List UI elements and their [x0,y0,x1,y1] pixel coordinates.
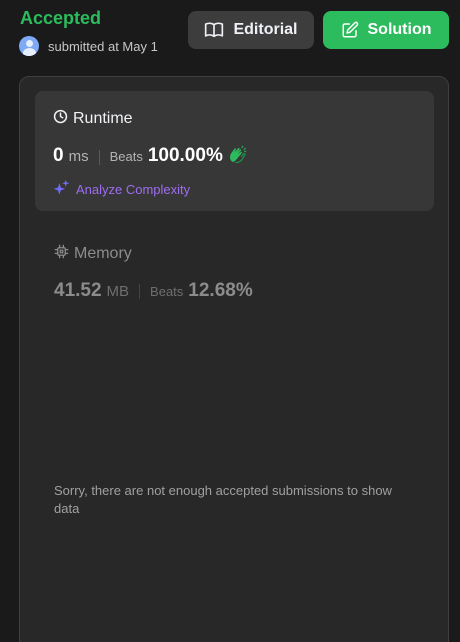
runtime-beats-label: Beats [109,149,143,164]
book-open-icon [204,20,224,40]
submitted-text: submitted at May 1 [48,38,158,54]
runtime-header: Runtime [53,109,133,129]
submission-result-page: Accepted submitted at May 1 Editorial So… [0,0,460,642]
edit-icon [341,21,359,39]
no-data-message: Sorry, there are not enough accepted sub… [54,483,392,516]
solution-button[interactable]: Solution [323,11,449,49]
memory-beats-percent: 12.68% [188,280,253,301]
runtime-beats-percent: 100.00% [147,145,223,166]
memory-title: Memory [74,245,132,262]
clapping-hands-icon [227,145,247,170]
memory-unit: MB [106,283,130,300]
runtime-unit: ms [68,148,89,165]
divider [98,150,100,165]
analyze-complexity-label: Analyze Complexity [76,181,191,197]
runtime-value: 0 [53,145,64,166]
runtime-card[interactable]: Runtime 0 ms Beats 100.00% Analyze Compl… [35,91,434,211]
editorial-label: Editorial [233,21,298,38]
memory-value: 41.52 [54,280,102,301]
submitted-info: submitted at May 1 [19,36,158,56]
performance-panel: Runtime 0 ms Beats 100.00% Analyze Compl… [19,76,449,642]
editorial-button[interactable]: Editorial [188,11,314,49]
divider [139,283,141,299]
status-title: Accepted [20,8,102,28]
solution-label: Solution [367,21,432,38]
user-avatar-icon[interactable] [19,36,39,56]
runtime-title: Runtime [73,110,133,127]
sparkle-icon [53,179,70,199]
chip-icon [54,244,69,264]
memory-metrics: 41.52 MB Beats 12.68% [54,280,253,302]
memory-header[interactable]: Memory [54,244,132,264]
analyze-complexity-link[interactable]: Analyze Complexity [53,179,190,199]
memory-beats-label: Beats [150,284,184,299]
clock-icon [53,109,68,129]
runtime-metrics: 0 ms Beats 100.00% [53,145,247,170]
